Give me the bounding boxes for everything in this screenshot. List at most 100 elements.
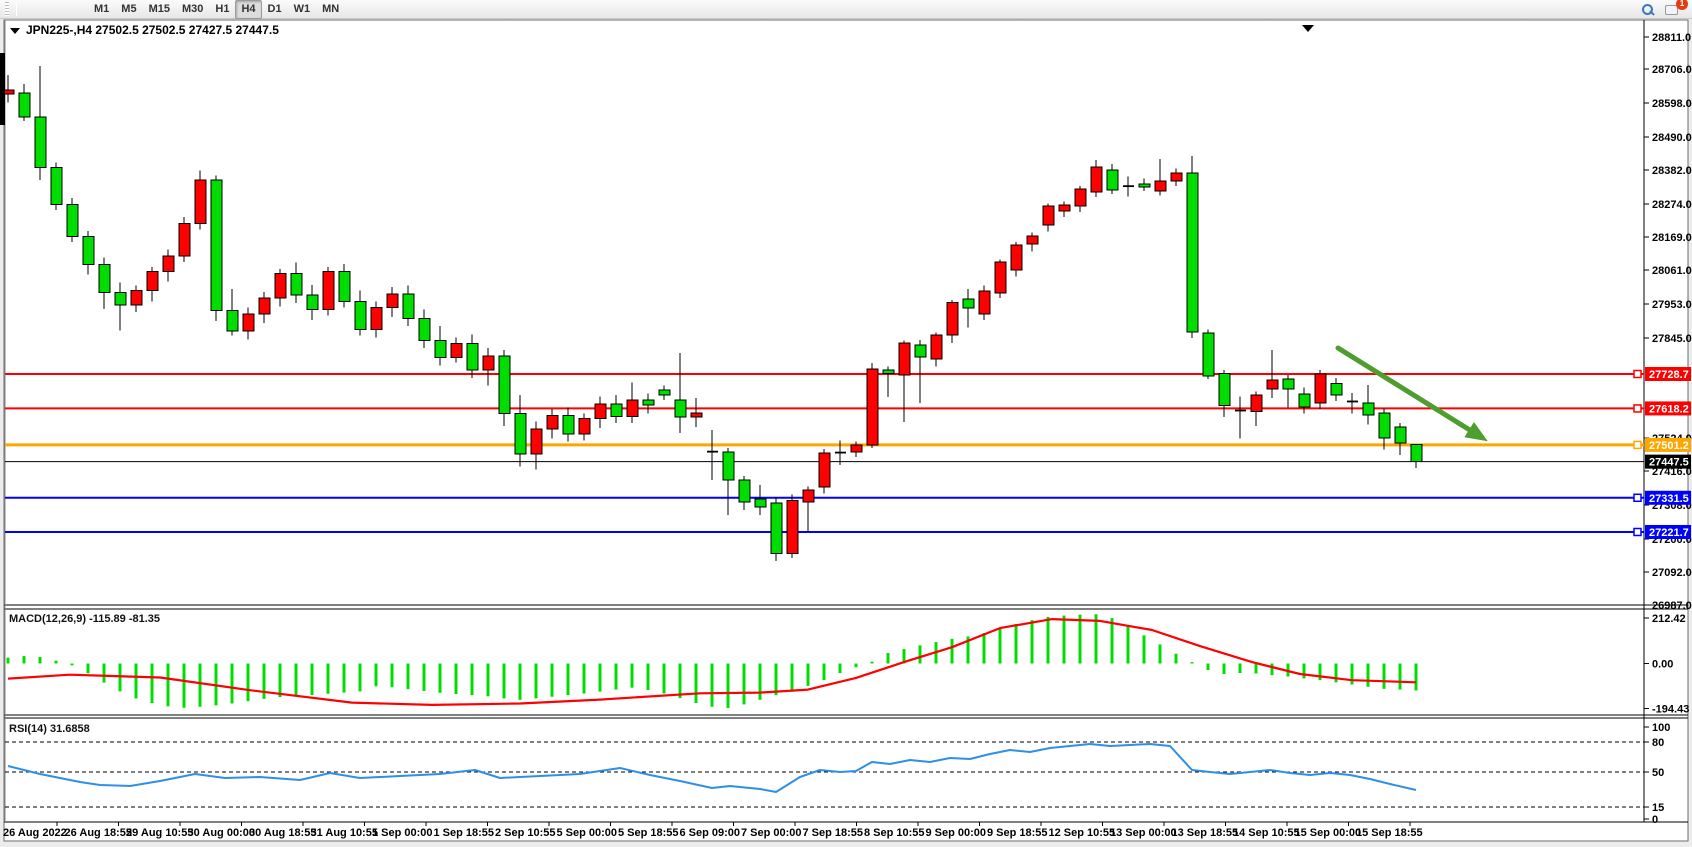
candle[interactable] <box>1379 413 1390 438</box>
timeframe-mn[interactable]: MN <box>316 0 345 19</box>
candle[interactable] <box>723 452 734 480</box>
candle[interactable] <box>163 256 174 272</box>
level-handle[interactable] <box>1634 405 1641 412</box>
candle[interactable] <box>963 299 974 308</box>
candle[interactable] <box>1107 170 1118 190</box>
timeframe-m15[interactable]: M15 <box>143 0 176 19</box>
candle[interactable] <box>195 180 206 224</box>
candle[interactable] <box>1267 380 1278 389</box>
candle[interactable] <box>1251 395 1262 411</box>
chat-button[interactable]: 1 <box>1660 0 1684 19</box>
candle[interactable] <box>499 356 510 413</box>
chart-shift-button[interactable]: ↦ <box>12 0 88 2</box>
candle[interactable] <box>371 308 382 330</box>
candle-doji[interactable] <box>707 451 718 453</box>
candle[interactable] <box>1299 394 1310 407</box>
candle[interactable] <box>243 314 254 331</box>
candle[interactable] <box>1331 383 1342 395</box>
candle[interactable] <box>755 499 766 507</box>
candle[interactable] <box>1363 403 1374 415</box>
candle[interactable] <box>883 370 894 373</box>
candle[interactable] <box>547 415 558 429</box>
candle[interactable] <box>931 335 942 359</box>
candle[interactable] <box>435 341 446 358</box>
search-button[interactable] <box>1635 0 1660 19</box>
timeframe-w1[interactable]: W1 <box>288 0 317 19</box>
candle-doji[interactable] <box>1347 401 1358 403</box>
candle[interactable] <box>19 93 30 117</box>
level-handle[interactable] <box>1634 528 1641 535</box>
candle[interactable] <box>355 301 366 329</box>
candle[interactable] <box>387 294 398 308</box>
candle[interactable] <box>419 319 430 341</box>
candle[interactable] <box>771 503 782 554</box>
candle[interactable] <box>1283 379 1294 389</box>
candle[interactable] <box>819 453 830 487</box>
candle[interactable] <box>1411 444 1422 461</box>
candle[interactable] <box>451 344 462 358</box>
candle[interactable] <box>83 236 94 264</box>
level-handle[interactable] <box>1634 494 1641 501</box>
candle[interactable] <box>227 311 238 332</box>
candle-doji[interactable] <box>1123 185 1134 187</box>
candle[interactable] <box>899 343 910 375</box>
candle[interactable] <box>803 490 814 502</box>
timeframe-m5[interactable]: M5 <box>115 0 142 19</box>
candle[interactable] <box>1171 173 1182 181</box>
candle[interactable] <box>99 265 110 293</box>
candle[interactable] <box>1027 236 1038 244</box>
toolbar-grip[interactable] <box>5 2 9 16</box>
candle[interactable] <box>275 273 286 298</box>
candle[interactable] <box>579 418 590 434</box>
candle[interactable] <box>467 344 478 370</box>
candle[interactable] <box>291 273 302 295</box>
candle[interactable] <box>739 480 750 502</box>
timeframe-d1[interactable]: D1 <box>262 0 288 19</box>
candle[interactable] <box>1011 245 1022 270</box>
candle[interactable] <box>323 271 334 309</box>
candle[interactable] <box>515 413 526 454</box>
candle[interactable] <box>691 413 702 417</box>
candle[interactable] <box>51 167 62 204</box>
candle[interactable] <box>339 271 350 301</box>
candle[interactable] <box>403 294 414 319</box>
candle[interactable] <box>595 404 606 418</box>
candle[interactable] <box>947 303 958 335</box>
candle[interactable] <box>307 295 318 309</box>
candle[interactable] <box>179 223 190 255</box>
candle[interactable] <box>131 291 142 305</box>
level-handle[interactable] <box>1634 441 1641 448</box>
candle[interactable] <box>531 429 542 454</box>
candle-doji[interactable] <box>1235 410 1246 412</box>
candle[interactable] <box>211 180 222 311</box>
candle[interactable] <box>627 400 638 417</box>
timeframe-h1[interactable]: H1 <box>209 0 235 19</box>
candle[interactable] <box>1219 373 1230 405</box>
candle[interactable] <box>1075 189 1086 206</box>
candle[interactable] <box>979 291 990 314</box>
candle[interactable] <box>147 271 158 290</box>
candle[interactable] <box>1315 374 1326 403</box>
candle[interactable] <box>1059 205 1070 211</box>
candle-doji[interactable] <box>835 452 846 454</box>
candle[interactable] <box>1155 181 1166 191</box>
candle[interactable] <box>659 390 670 395</box>
candle[interactable] <box>867 369 878 445</box>
timeframe-h4[interactable]: H4 <box>235 0 261 19</box>
candle[interactable] <box>995 262 1006 293</box>
candle[interactable] <box>1091 167 1102 192</box>
candle[interactable] <box>915 345 926 357</box>
candle[interactable] <box>851 445 862 452</box>
candle[interactable] <box>1139 184 1150 187</box>
candle[interactable] <box>611 404 622 416</box>
candle[interactable] <box>1187 173 1198 332</box>
candle[interactable] <box>1043 206 1054 225</box>
timeframe-m30[interactable]: M30 <box>176 0 209 19</box>
candle[interactable] <box>483 356 494 370</box>
candle[interactable] <box>643 400 654 405</box>
timeframe-m1[interactable]: M1 <box>88 0 115 19</box>
candle[interactable] <box>675 400 686 417</box>
candle[interactable] <box>787 501 798 554</box>
candle[interactable] <box>1203 333 1214 376</box>
candle[interactable] <box>1395 427 1406 443</box>
